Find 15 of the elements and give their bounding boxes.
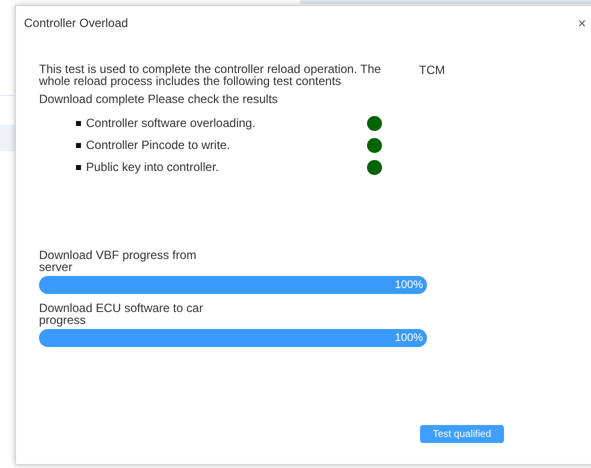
module-label: TCM <box>419 63 445 79</box>
progress-label: Download VBF progress from server <box>39 249 198 273</box>
bullet-icon <box>76 164 81 170</box>
step-label: Controller software overloading. <box>86 116 256 130</box>
status-text: Download complete Please check the results <box>39 92 279 106</box>
description-text: This test is used to complete the controller reload operation. The whole reload process includes the following test contents <box>39 63 382 87</box>
progress-reading: 100% <box>394 279 424 291</box>
bullet-icon <box>76 120 81 126</box>
dialog-title: Controller Overload <box>24 16 128 30</box>
step-label: Controller Pincode to write. <box>86 138 232 152</box>
progress-label: Download ECU software to car progress <box>39 302 204 326</box>
bullet-icon <box>76 142 81 148</box>
progress-reading: 100% <box>394 332 424 344</box>
close-button[interactable]: × <box>578 16 586 30</box>
step-label: Public key into controller. <box>86 160 220 174</box>
